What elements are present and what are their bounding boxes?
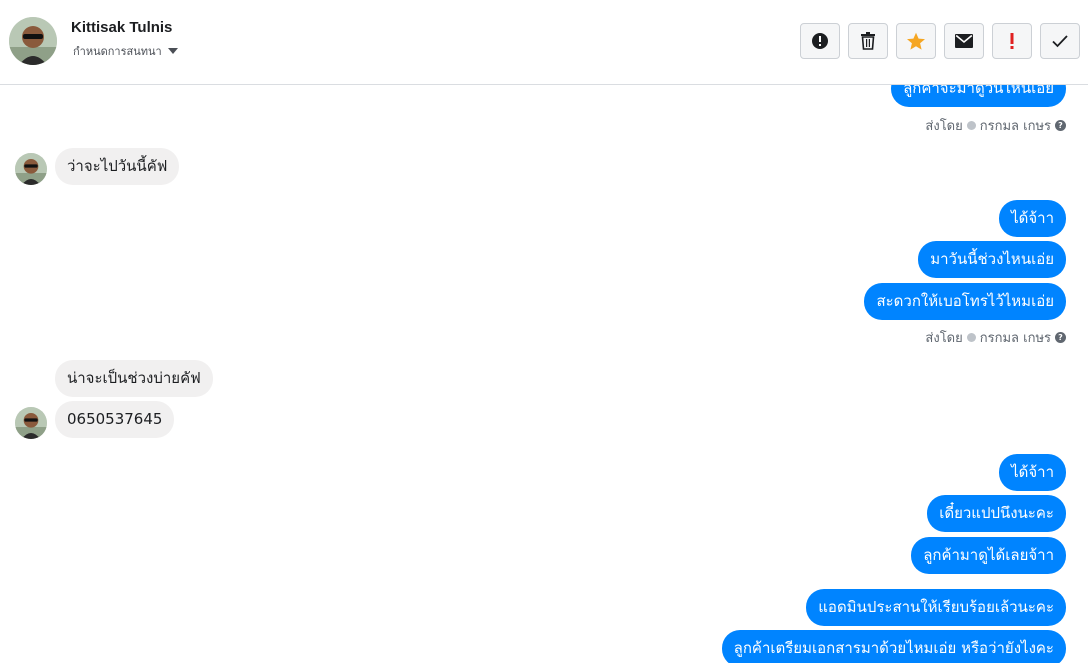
- follow-up-button[interactable]: [992, 23, 1032, 59]
- sent-by-prefix: ส่งโดย: [925, 331, 963, 346]
- toolbar: [800, 23, 1080, 59]
- star-icon: [907, 32, 925, 50]
- check-icon: [966, 333, 976, 342]
- sent-by-prefix: ส่งโดย: [925, 119, 963, 134]
- exclamation-icon: [1010, 33, 1014, 49]
- sent-by-label: ส่งโดย กรกมล เกษร ?: [925, 327, 1066, 348]
- incoming-message: 0650537645: [55, 401, 175, 438]
- incoming-message: น่าจะเป็นช่วงบ่ายคัฟ: [55, 360, 213, 397]
- mark-done-button[interactable]: [1040, 23, 1080, 59]
- contact-avatar[interactable]: [9, 17, 57, 65]
- alert-circle-icon: [812, 33, 828, 49]
- incoming-message: ว่าจะไปวันนี้คัฟ: [55, 148, 180, 185]
- envelope-icon: [955, 34, 973, 48]
- checkmark-icon: [1052, 35, 1068, 48]
- outgoing-message: ลูกค้าเตรียมเอกสารมาด้วยไหมเอ่ย หรือว่าย…: [721, 630, 1066, 663]
- trash-icon: [861, 32, 875, 50]
- outgoing-message: สะดวกให้เบอโทรไว้ไหมเอ่ย: [864, 283, 1066, 320]
- caret-down-icon: [167, 48, 178, 54]
- mark-unread-button[interactable]: [944, 23, 984, 59]
- outgoing-message: มาวันนี้ช่วงไหนเอ่ย: [918, 241, 1066, 278]
- message-thread: ลูกค้าจะมาดูวันไหนเอ่ย ส่งโดย กรกมล เกษร…: [0, 0, 1088, 663]
- outgoing-message: เดี๋ยวแปปนึงนะคะ: [927, 495, 1066, 532]
- delete-button[interactable]: [848, 23, 888, 59]
- outgoing-message: แอดมินประสานให้เรียบร้อยเล้วนะคะ: [806, 589, 1066, 626]
- outgoing-message: ได้จ้าา: [999, 454, 1066, 491]
- mark-spam-button[interactable]: [800, 23, 840, 59]
- outgoing-message: ลูกค้ามาดูได้เลยจ้าา: [911, 537, 1066, 574]
- sender-name: กรกมล เกษร: [979, 331, 1051, 346]
- assign-conversation-dropdown[interactable]: กำหนดการสนทนา: [73, 42, 178, 60]
- check-icon: [966, 121, 976, 130]
- avatar: [15, 153, 47, 185]
- avatar: [15, 407, 47, 439]
- question-icon[interactable]: ?: [1055, 120, 1066, 131]
- outgoing-message: ได้จ้าา: [999, 200, 1066, 237]
- star-button[interactable]: [896, 23, 936, 59]
- question-icon[interactable]: ?: [1055, 332, 1066, 343]
- contact-name[interactable]: Kittisak Tulnis: [71, 19, 172, 36]
- assign-label: กำหนดการสนทนา: [73, 45, 162, 58]
- sent-by-label: ส่งโดย กรกมล เกษร ?: [925, 115, 1066, 136]
- sender-name: กรกมล เกษร: [979, 119, 1051, 134]
- conversation-header: Kittisak Tulnis กำหนดการสนทนา: [0, 0, 1088, 85]
